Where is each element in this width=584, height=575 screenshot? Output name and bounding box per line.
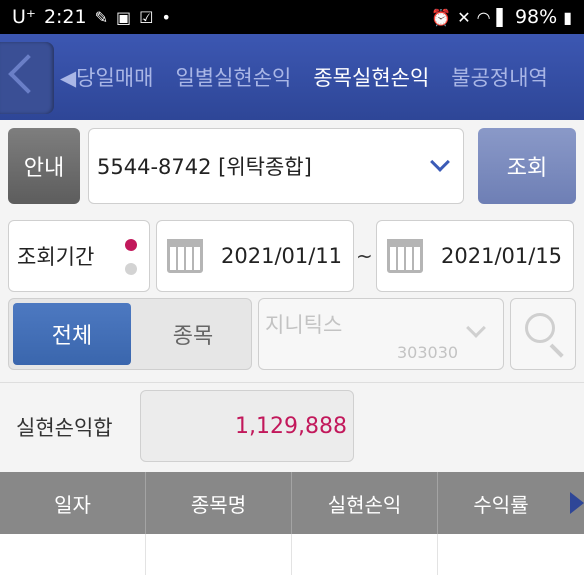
date-separator: ~ [356, 244, 373, 268]
stock-name: 지니틱스 [265, 313, 343, 337]
tab-unfair-history[interactable]: 불공정내역 [451, 62, 548, 92]
stock-code: 303030 [397, 343, 459, 362]
account-value: 5544-8742 [위탁종합] [97, 155, 312, 179]
calendar-icon [387, 239, 423, 273]
header-stock-name[interactable]: 종목명 [146, 472, 292, 534]
battery-icon: ▮ [563, 7, 572, 27]
search-icon [525, 313, 555, 343]
chevron-down-icon [430, 152, 450, 172]
start-date-field[interactable]: 2021/01/11 [156, 220, 354, 292]
signal-icon: ▌ [496, 7, 509, 27]
stock-select[interactable]: 지니틱스 303030 [258, 298, 504, 370]
search-button[interactable] [510, 298, 576, 370]
header-return-rate[interactable]: 수익률 [438, 472, 564, 534]
wifi-icon: ◠ [476, 7, 491, 27]
bandage-icon: ✎ [94, 7, 109, 27]
period-label: 조회기간 [17, 245, 95, 269]
account-select[interactable]: 5544-8742 [위탁종합] [88, 128, 464, 204]
period-dot-inactive [125, 263, 137, 275]
period-selector[interactable]: 조회기간 [8, 220, 150, 292]
tab-stock-realized[interactable]: 종목실현손익 [313, 62, 429, 92]
status-bar: U⁺ 2:21 ✎ ▣ ☑ • ⏰ ✕ ◠ ▌ 98% ▮ [0, 0, 584, 34]
summary-label: 실현손익합 [16, 416, 113, 440]
guide-button[interactable]: 안내 [8, 128, 80, 204]
battery-percent: 98% [514, 6, 558, 28]
mute-icon: ✕ [457, 7, 471, 27]
chevron-down-icon [466, 318, 486, 338]
header-realized-pl[interactable]: 실현손익 [292, 472, 438, 534]
stock-button[interactable]: 종목 [137, 303, 249, 365]
query-panel: 안내 5544-8742 [위탁종합] 조회 조회기간 2021/01/11 ~… [0, 120, 584, 472]
period-dot-active [125, 239, 137, 251]
tab-daily-trade[interactable]: ◀당일매매 [60, 62, 153, 92]
tab-daily-realized[interactable]: 일별실현손익 [175, 62, 291, 92]
dot-icon: • [161, 7, 171, 27]
table-header: 일자 종목명 실현손익 수익률 [0, 472, 584, 534]
scope-toggle: 전체 종목 [8, 298, 252, 370]
back-button[interactable] [0, 42, 54, 114]
query-button[interactable]: 조회 [478, 128, 576, 204]
carrier-label: U⁺ [12, 6, 36, 28]
table-row[interactable] [0, 534, 584, 575]
divider [0, 382, 584, 383]
summary-value: 1,129,888 [140, 390, 354, 462]
all-button[interactable]: 전체 [13, 303, 131, 365]
alarm-icon: ⏰ [431, 7, 452, 27]
voicemail-icon: ▣ [116, 7, 132, 27]
calendar-icon [167, 239, 203, 273]
end-date-field[interactable]: 2021/01/15 [376, 220, 574, 292]
lte-icon: ☑ [139, 7, 154, 27]
scroll-right-icon[interactable] [570, 492, 584, 514]
tab-bar: ◀당일매매 일별실현손익 종목실현손익 불공정내역 [0, 34, 584, 120]
header-date[interactable]: 일자 [0, 472, 146, 534]
clock: 2:21 [43, 6, 87, 28]
start-date: 2021/01/11 [221, 244, 343, 268]
tab-list: ◀당일매매 일별실현손익 종목실현손익 불공정내역 [60, 34, 570, 120]
end-date: 2021/01/15 [441, 244, 563, 268]
